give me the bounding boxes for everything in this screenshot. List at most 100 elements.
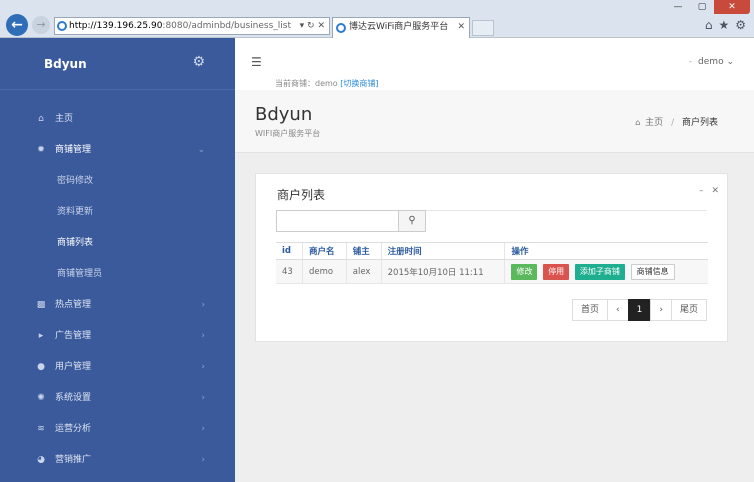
cell-name: demo [302, 259, 347, 284]
line-chart-icon: ≋ [37, 424, 45, 434]
disable-button[interactable]: 停用 [543, 263, 570, 280]
chevron-down-icon: ⌄ [726, 57, 734, 67]
forward-arrow-icon[interactable]: → [32, 16, 50, 34]
settings-icon: ✺ [37, 393, 45, 403]
sidebar-item-label: 营销推广 [55, 455, 92, 465]
url-host: http://139.196.25.90 [69, 21, 163, 31]
users-icon: ● [37, 362, 45, 372]
address-controls[interactable]: ▾ ↻ ✕ [300, 18, 325, 34]
sidebar-item-label: 商铺管理员 [57, 269, 103, 279]
current-shop: 当前商铺：demo [切换商铺] [275, 78, 378, 89]
browser-tab[interactable]: 博达云WiFi商户服务平台 ✕ [332, 17, 470, 38]
sidebar-item-label: 商铺列表 [57, 238, 94, 248]
sidebar-item-system-settings[interactable]: ✺ 系统设置 › [0, 383, 235, 414]
chevron-right-icon: › [201, 424, 205, 434]
breadcrumb-home[interactable]: 主页 [645, 118, 663, 128]
chevron-right-icon: › [201, 300, 205, 310]
back-arrow-icon[interactable]: ← [6, 14, 28, 36]
sidebar-item-analytics[interactable]: ≋ 运营分析 › [0, 414, 235, 445]
gear-icon[interactable]: ⚙ [192, 54, 205, 70]
cell-registered: 2015年10月10日 11:11 [380, 259, 505, 284]
table-header-row: id 商户名 铺主 注册时间 操作 [276, 242, 708, 260]
sidebar-item-label: 资料更新 [57, 207, 94, 217]
sidebar-item-label: 主页 [55, 114, 74, 124]
chevron-right-icon: › [201, 331, 205, 341]
settings-gear-icon[interactable]: ⚙ [735, 18, 746, 32]
sidebar-item-label: 广告管理 [55, 331, 92, 341]
next-page-button[interactable]: › [650, 299, 672, 321]
breadcrumb: ⌂ 主页 / 商户列表 [635, 115, 718, 128]
add-sub-shop-button[interactable]: 添加子商铺 [574, 263, 625, 280]
search-button[interactable]: ⚲ [398, 210, 426, 232]
tab-title: 博达云WiFi商户服务平台 [349, 22, 449, 32]
tab-close-icon[interactable]: ✕ [457, 18, 465, 37]
sidebar-item-shop-admins[interactable]: 商铺管理员 [0, 259, 235, 290]
switch-shop-link[interactable]: [切换商铺] [340, 79, 378, 88]
collapse-icon[interactable]: – [699, 186, 704, 196]
chevron-right-icon: › [201, 362, 205, 372]
sidebar-item-users[interactable]: ● 用户管理 › [0, 352, 235, 383]
sidebar-brand: Bdyun ⚙ [0, 38, 235, 90]
prev-page-button[interactable]: ‹ [607, 299, 629, 321]
shop-list-panel: 商户列表 – ✕ ⚲ id 商户名 铺主 注册时间 操作 43 demo ale… [255, 173, 728, 342]
search-box: ⚲ [276, 210, 426, 232]
cell-owner: alex [345, 259, 382, 284]
sidebar-item-marketing[interactable]: ◕ 营销推广 › [0, 445, 235, 476]
cell-actions: 修改 停用 添加子商铺 商铺信息 [504, 259, 708, 284]
browser-chrome: — ▢ ✕ ← → http://139.196.25.90:8080/admi… [0, 0, 754, 38]
shop-info-button[interactable]: 商铺信息 [630, 263, 675, 280]
topbar: ☰ - demo ⌄ 当前商铺：demo [切换商铺] [235, 38, 754, 90]
user-menu[interactable]: - demo ⌄ [689, 57, 734, 67]
sidebar-item-home[interactable]: ⌂ 主页 [0, 104, 235, 135]
chevron-down-icon: ⌄ [197, 145, 205, 155]
browser-tools: ⌂ ★ ⚙ [705, 18, 746, 32]
sidebar-item-label: 用户管理 [55, 362, 92, 372]
user-name: demo [698, 57, 724, 67]
column-header-owner: 铺主 [345, 242, 382, 260]
favorites-star-icon[interactable]: ★ [718, 18, 729, 32]
url-path: :8080/adminbd/business_list [162, 21, 291, 31]
page-number-current[interactable]: 1 [627, 299, 652, 321]
sidebar-item-profile-update[interactable]: 资料更新 [0, 197, 235, 228]
search-input[interactable] [276, 210, 398, 232]
sidebar-item-label: 热点管理 [55, 300, 92, 310]
home-icon[interactable]: ⌂ [705, 18, 713, 32]
column-header-actions: 操作 [504, 242, 708, 260]
pagination: 首页 ‹ 1 › 尾页 [572, 299, 707, 321]
last-page-button[interactable]: 尾页 [670, 299, 707, 321]
column-header-id: id [276, 242, 303, 260]
sidebar-item-shop-management[interactable]: ✹ 商铺管理 ⌄ [0, 135, 235, 166]
new-tab-button[interactable] [472, 20, 494, 36]
address-bar[interactable]: http://139.196.25.90:8080/adminbd/busine… [54, 17, 330, 35]
sidebar: Bdyun ⚙ ⌂ 主页 ✹ 商铺管理 ⌄ 密码修改 资料更新 商铺列表 商铺管… [0, 38, 235, 482]
maximize-button[interactable]: ▢ [690, 0, 714, 14]
minimize-button[interactable]: — [666, 0, 690, 14]
user-avatar-placeholder: - [688, 57, 693, 67]
sidebar-item-hotspot[interactable]: ▩ 热点管理 › [0, 290, 235, 321]
bullhorn-icon: ▸ [38, 331, 44, 341]
edit-button[interactable]: 修改 [511, 263, 538, 280]
current-shop-label: 当前商铺：demo [275, 79, 338, 88]
hamburger-menu-icon[interactable]: ☰ [251, 55, 262, 69]
sidebar-item-password[interactable]: 密码修改 [0, 166, 235, 197]
search-icon: ⚲ [408, 215, 416, 226]
main-content: ☰ - demo ⌄ 当前商铺：demo [切换商铺] Bdyun WIFI商户服… [235, 38, 754, 482]
sidebar-item-label: 商铺管理 [55, 145, 92, 155]
first-page-button[interactable]: 首页 [572, 299, 609, 321]
sidebar-item-ads[interactable]: ▸ 广告管理 › [0, 321, 235, 352]
close-icon[interactable]: ✕ [711, 186, 719, 196]
column-header-registered: 注册时间 [380, 242, 505, 260]
sidebar-menu: ⌂ 主页 ✹ 商铺管理 ⌄ 密码修改 资料更新 商铺列表 商铺管理员 ▩ 热点管… [0, 104, 235, 476]
home-icon: ⌂ [38, 114, 44, 124]
window-close-button[interactable]: ✕ [714, 0, 750, 14]
cog-icon: ✹ [37, 145, 45, 155]
sidebar-item-shop-list[interactable]: 商铺列表 [0, 228, 235, 259]
ie-logo-icon [57, 21, 67, 31]
brand-name[interactable]: Bdyun [44, 57, 87, 71]
breadcrumb-current: 商户列表 [681, 118, 718, 128]
column-header-name: 商户名 [302, 242, 347, 260]
panel-tools: – ✕ [699, 186, 719, 196]
chevron-right-icon: › [201, 393, 205, 403]
page-subtitle: WIFI商户服务平台 [255, 129, 321, 138]
home-icon: ⌂ [635, 118, 641, 127]
